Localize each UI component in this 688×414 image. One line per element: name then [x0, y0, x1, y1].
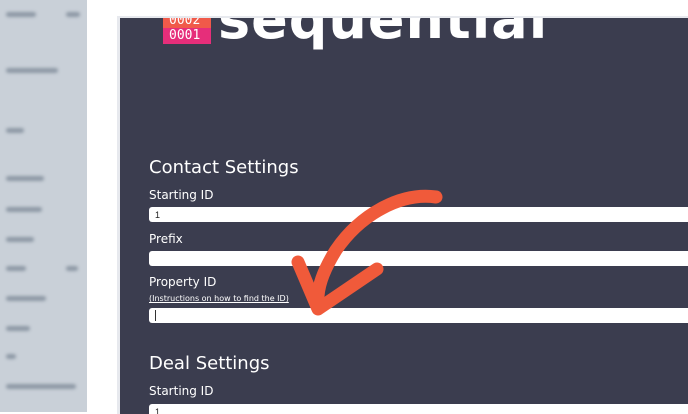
logo-badge-bottom: 0001 — [163, 28, 211, 44]
logo-wordmark: sequential — [218, 16, 549, 51]
contact-settings-title: Contact Settings — [149, 157, 299, 178]
text-caret — [155, 310, 156, 321]
contact-prefix-input[interactable] — [149, 251, 688, 266]
deal-starting-id-input[interactable] — [149, 404, 688, 414]
blurred-sidebar — [0, 0, 87, 412]
logo-badge-top: 0002 — [163, 18, 211, 28]
contact-starting-id-label: Starting ID — [149, 188, 214, 202]
contact-starting-id-input[interactable] — [149, 207, 688, 222]
contact-property-id-label: Property ID — [149, 275, 217, 289]
contact-prefix-label: Prefix — [149, 232, 183, 246]
settings-panel: 0002 0001 sequential Contact Settings St… — [117, 16, 688, 414]
property-id-help-link[interactable]: (Instructions on how to find the ID) — [149, 294, 289, 303]
contact-property-id-input[interactable] — [149, 308, 688, 323]
deal-settings-title: Deal Settings — [149, 353, 270, 374]
logo-badge: 0002 0001 — [163, 18, 211, 46]
deal-starting-id-label: Starting ID — [149, 384, 214, 398]
